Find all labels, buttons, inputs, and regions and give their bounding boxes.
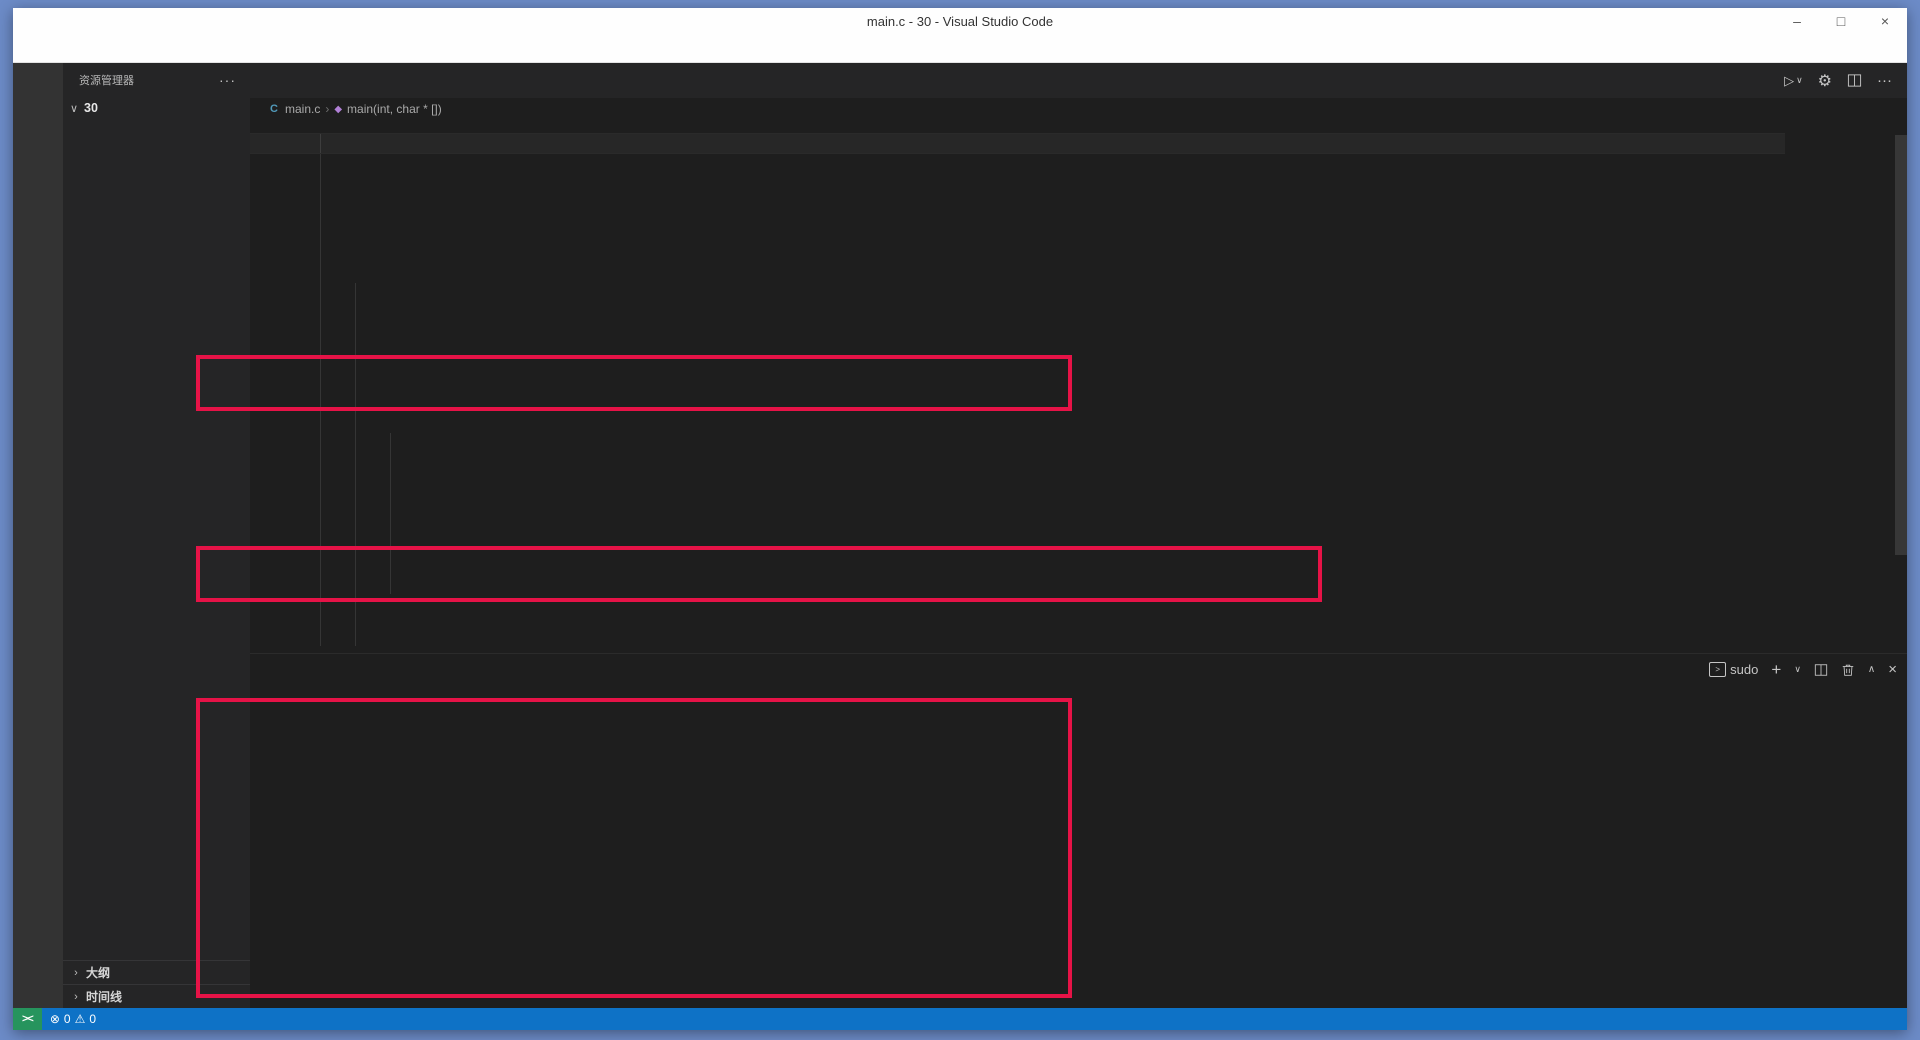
sidebar-title: 资源管理器 [79,72,134,88]
editor-actions: ▷∨ ⚙ ··· [1784,63,1907,98]
panel-header: > sudo + ∨ ∧ × [250,654,1907,685]
close-button[interactable]: × [1863,13,1907,29]
outline-label: 大纲 [86,964,110,981]
status-bar: >< ⊗ 0 ⚠ 0 [13,1008,1907,1030]
remote-indicator[interactable]: >< [13,1008,42,1030]
current-line-highlight [250,133,1785,154]
terminal-selector[interactable]: > sudo [1709,662,1758,677]
code-editor[interactable] [250,133,1907,654]
editor-scrollbar[interactable] [1895,135,1907,555]
editor-tabs-bar: ▷∨ ⚙ ··· [250,63,1907,98]
run-code-button[interactable]: ▷∨ [1784,73,1803,89]
terminal-actions: > sudo + ∨ ∧ × [1709,660,1897,680]
terminal-icon: > [1709,662,1726,677]
sidebar-header: 资源管理器 ··· [63,63,250,97]
sidebar-explorer: 资源管理器 ··· ∨ 30 › 大纲 › 时间线 [63,63,250,1008]
error-icon: ⊗ [50,1012,60,1026]
split-editor-icon[interactable] [1847,73,1862,88]
indent-guide [320,133,321,646]
kill-terminal-trash-icon[interactable] [1841,663,1855,677]
bottom-panel: > sudo + ∨ ∧ × [250,653,1907,1008]
close-panel-icon[interactable]: × [1888,661,1897,678]
more-actions-icon[interactable]: ··· [1877,72,1892,89]
vscode-window: main.c - 30 - Visual Studio Code – □ × 资… [13,8,1907,1030]
indent-guide [355,283,356,646]
maximize-button[interactable]: □ [1819,13,1863,29]
terminal-dropdown-icon[interactable]: ∨ [1794,664,1801,675]
remote-icon: >< [22,1013,33,1025]
problems-status[interactable]: ⊗ 0 ⚠ 0 [42,1008,104,1030]
maximize-panel-icon[interactable]: ∧ [1868,664,1875,675]
symbol-method-icon: ◆ [334,104,342,115]
editor-group: ▷∨ ⚙ ··· C main.c › ◆ main(int, char * [… [250,63,1907,1008]
breadcrumb-symbol[interactable]: main(int, char * []) [347,102,442,116]
outline-section[interactable]: › 大纲 [63,960,250,984]
menu-bar [13,34,1907,63]
tree-root-folder[interactable]: ∨ 30 [63,97,250,119]
timeline-label: 时间线 [86,988,122,1005]
breadcrumb[interactable]: C main.c › ◆ main(int, char * []) [250,98,1907,120]
error-count: 0 [64,1012,71,1026]
activity-bar [13,63,63,1008]
gear-icon[interactable]: ⚙ [1818,71,1832,91]
breadcrumb-separator: › [325,102,329,116]
sidebar-bottom-sections: › 大纲 › 时间线 [63,960,250,1008]
chevron-right-icon: › [69,967,83,979]
shell-label: sudo [1730,662,1758,677]
minimize-button[interactable]: – [1775,13,1819,29]
breadcrumb-file[interactable]: main.c [285,102,320,116]
title-bar[interactable]: main.c - 30 - Visual Studio Code – □ × [13,8,1907,34]
chevron-right-icon: › [69,991,83,1003]
indent-guide [390,433,391,594]
more-actions-icon[interactable]: ··· [219,72,236,88]
warning-count: 0 [89,1012,96,1026]
window-title: main.c - 30 - Visual Studio Code [13,14,1907,29]
workbench: 资源管理器 ··· ∨ 30 › 大纲 › 时间线 [13,63,1907,1008]
warning-icon: ⚠ [75,1012,86,1026]
terminal-output[interactable] [250,685,1907,1008]
c-file-icon: C [268,103,280,115]
chevron-down-icon: ∨ [67,102,81,115]
split-terminal-icon[interactable] [1814,663,1828,677]
timeline-section[interactable]: › 时间线 [63,984,250,1008]
root-folder-label: 30 [84,101,98,115]
new-terminal-button[interactable]: + [1771,660,1781,680]
